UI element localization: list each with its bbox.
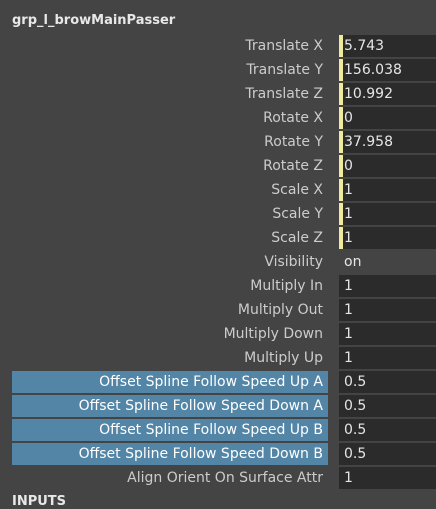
attribute-label[interactable]: Rotate Z: [12, 155, 328, 177]
attribute-value-field[interactable]: 1: [339, 467, 436, 489]
attribute-value-field[interactable]: 37.958: [339, 131, 436, 153]
attribute-value-field[interactable]: 0.5: [339, 371, 436, 393]
attribute-row[interactable]: Multiply Up 1: [0, 346, 436, 370]
attribute-label[interactable]: Offset Spline Follow Speed Down B: [12, 443, 328, 465]
attribute-row[interactable]: Visibility on: [0, 250, 436, 274]
attribute-row[interactable]: Multiply In 1: [0, 274, 436, 298]
attribute-row[interactable]: Rotate Z 0: [0, 154, 436, 178]
attribute-label[interactable]: Offset Spline Follow Speed Up B: [12, 419, 328, 441]
attribute-value-field[interactable]: 0.5: [339, 419, 436, 441]
attribute-label[interactable]: Visibility: [12, 251, 328, 273]
attribute-value-field[interactable]: 5.743: [339, 35, 436, 57]
attribute-label[interactable]: Rotate Y: [12, 131, 328, 153]
attribute-value-field[interactable]: 1: [339, 323, 436, 345]
attribute-label[interactable]: Multiply Out: [12, 299, 328, 321]
attribute-value-field[interactable]: 10.992: [339, 83, 436, 105]
attribute-label[interactable]: Multiply Up: [12, 347, 328, 369]
attribute-label[interactable]: Translate X: [12, 35, 328, 57]
attribute-row[interactable]: Multiply Down 1: [0, 322, 436, 346]
attribute-value-field[interactable]: 1: [339, 275, 436, 297]
attribute-row[interactable]: Translate Y 156.038: [0, 58, 436, 82]
attribute-value-field[interactable]: 1: [339, 227, 436, 249]
attribute-label[interactable]: Translate Y: [12, 59, 328, 81]
attribute-row[interactable]: Offset Spline Follow Speed Up A 0.5: [0, 370, 436, 394]
attribute-value-field[interactable]: 156.038: [339, 59, 436, 81]
attribute-label[interactable]: Offset Spline Follow Speed Down A: [12, 395, 328, 417]
attribute-label[interactable]: Multiply Down: [12, 323, 328, 345]
attribute-value-field[interactable]: on: [339, 251, 436, 273]
attribute-label[interactable]: Scale Z: [12, 227, 328, 249]
attribute-label[interactable]: Rotate X: [12, 107, 328, 129]
attribute-row[interactable]: Align Orient On Surface Attr 1: [0, 466, 436, 490]
attribute-label[interactable]: Multiply In: [12, 275, 328, 297]
attribute-row[interactable]: Scale Z 1: [0, 226, 436, 250]
attribute-row[interactable]: Translate Z 10.992: [0, 82, 436, 106]
attribute-label[interactable]: Translate Z: [12, 83, 328, 105]
attribute-label[interactable]: Offset Spline Follow Speed Up A: [12, 371, 328, 393]
attribute-row[interactable]: Multiply Out 1: [0, 298, 436, 322]
attribute-row[interactable]: Offset Spline Follow Speed Down A 0.5: [0, 394, 436, 418]
attribute-label[interactable]: Scale X: [12, 179, 328, 201]
attribute-row[interactable]: Scale Y 1: [0, 202, 436, 226]
attribute-value-field[interactable]: 1: [339, 347, 436, 369]
attribute-label[interactable]: Align Orient On Surface Attr: [12, 467, 328, 489]
attribute-row[interactable]: Scale X 1: [0, 178, 436, 202]
attribute-value-field[interactable]: 0: [339, 107, 436, 129]
attribute-value-field[interactable]: 1: [339, 299, 436, 321]
attribute-value-field[interactable]: 0.5: [339, 443, 436, 465]
attribute-row[interactable]: Offset Spline Follow Speed Down B 0.5: [0, 442, 436, 466]
node-title: grp_l_browMainPasser: [12, 13, 176, 28]
attribute-value-field[interactable]: 1: [339, 179, 436, 201]
attribute-row[interactable]: Translate X 5.743: [0, 34, 436, 58]
attribute-value-field[interactable]: 1: [339, 203, 436, 225]
attribute-list: Translate X 5.743 Translate Y 156.038 Transl…: [0, 34, 436, 490]
attribute-row[interactable]: Rotate Y 37.958: [0, 130, 436, 154]
attribute-value-field[interactable]: 0.5: [339, 395, 436, 417]
attribute-row[interactable]: Rotate X 0: [0, 106, 436, 130]
attribute-value-field[interactable]: 0: [339, 155, 436, 177]
attribute-row[interactable]: Offset Spline Follow Speed Up B 0.5: [0, 418, 436, 442]
attribute-label[interactable]: Scale Y: [12, 203, 328, 225]
